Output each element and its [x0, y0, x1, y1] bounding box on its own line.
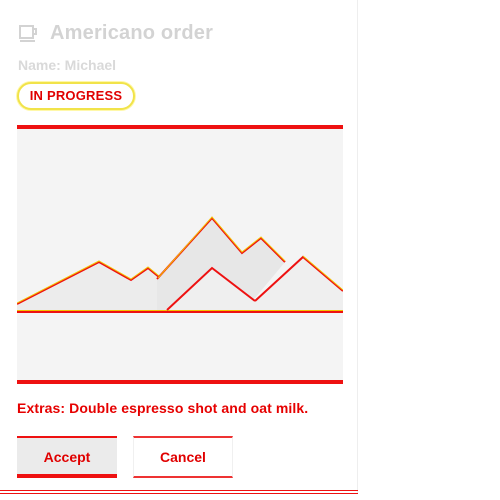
status-badge: IN PROGRESS [17, 82, 135, 110]
order-card: Americano order Name: Michael IN PROGRES… [0, 0, 358, 494]
accept-button[interactable]: Accept [17, 436, 117, 478]
cancel-button[interactable]: Cancel [133, 436, 233, 478]
mountain-landscape-icon [17, 216, 343, 313]
extras-note: Extras: Double espresso shot and oat mil… [17, 400, 309, 416]
card-bottom-border [0, 490, 358, 494]
page-title: Americano order [50, 21, 214, 44]
customer-name: Name: Michael [18, 57, 117, 73]
order-image-placeholder [17, 125, 343, 384]
coffee-cup-icon [18, 22, 40, 44]
header: Americano order [18, 20, 213, 46]
